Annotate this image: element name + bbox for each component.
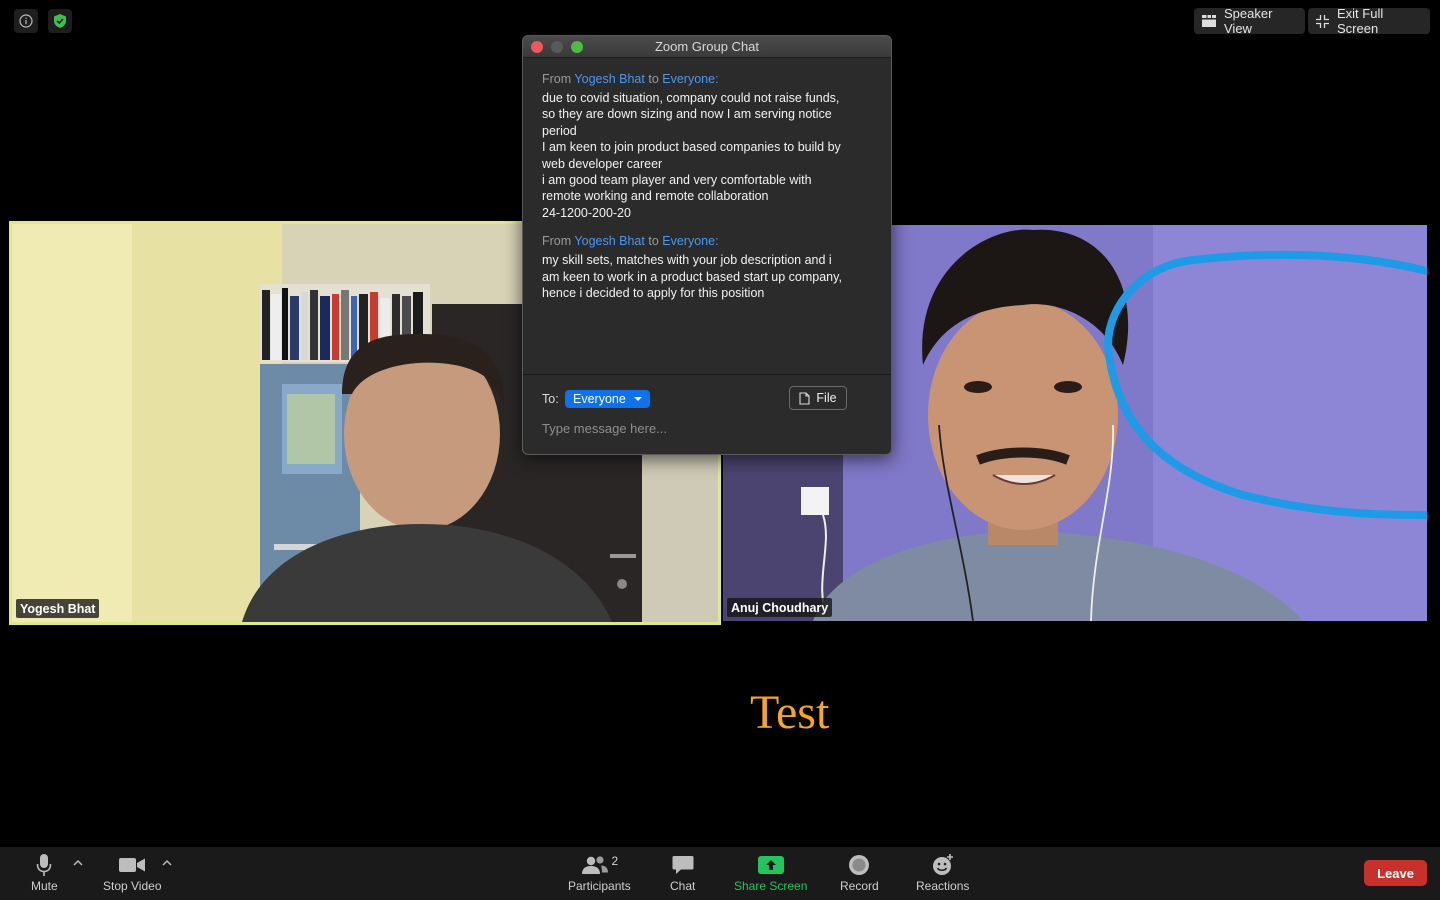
file-button-label: File <box>816 391 837 405</box>
file-icon <box>799 391 810 405</box>
stop-video-button[interactable]: Stop Video <box>103 851 162 893</box>
audio-options-caret-icon[interactable] <box>73 859 83 867</box>
message-line: i am good team player and very comfortab… <box>542 173 812 188</box>
message-line: so they are down sizing and now I am ser… <box>542 107 832 122</box>
chat-message-list[interactable]: From Yogesh Bhat to Everyone: due to cov… <box>542 72 880 314</box>
participants-button[interactable]: 2 Participants <box>568 851 631 893</box>
leave-label: Leave <box>1377 865 1414 881</box>
from-word: From <box>542 234 572 249</box>
to-label: To: <box>542 392 559 406</box>
chat-message: From Yogesh Bhat to Everyone: due to cov… <box>542 72 880 221</box>
to-word: to <box>648 72 659 86</box>
message-sender: Yogesh Bhat <box>574 234 645 249</box>
chat-message-header: From Yogesh Bhat to Everyone: <box>542 72 880 86</box>
emoji-reaction-icon <box>932 854 953 875</box>
chat-bubble-icon <box>672 856 694 874</box>
message-recipient: Everyone: <box>662 234 719 249</box>
message-sender: Yogesh Bhat <box>574 72 645 86</box>
share-screen-button[interactable]: Share Screen <box>734 851 807 893</box>
record-icon <box>849 855 870 875</box>
participants-label: Participants <box>568 879 631 893</box>
video-camera-icon <box>119 858 146 872</box>
video-options-caret-icon[interactable] <box>162 859 172 867</box>
group-chat-window[interactable]: Zoom Group Chat From Yogesh Bhat to Ever… <box>522 35 892 455</box>
message-line: remote working and remote collaboration <box>542 189 769 204</box>
chat-window-title: Zoom Group Chat <box>654 39 760 54</box>
window-minimize-button[interactable] <box>551 41 563 53</box>
message-line: am keen to work in a product based start… <box>542 269 842 284</box>
participant-name-label: Yogesh Bhat <box>16 599 100 618</box>
participant-name-label: Anuj Choudhary <box>727 598 833 617</box>
message-line: web developer career <box>542 156 663 171</box>
message-line: 24-1200-200-20 <box>542 205 631 220</box>
recipient-dropdown[interactable]: Everyone <box>565 390 650 408</box>
chat-message-input[interactable] <box>542 418 872 438</box>
grid-view-icon <box>1202 15 1216 27</box>
participants-count: 2 <box>611 854 619 868</box>
message-line: hence i decided to apply for this positi… <box>542 286 765 301</box>
window-close-button[interactable] <box>531 41 543 53</box>
chat-label: Chat <box>670 879 696 893</box>
file-button[interactable]: File <box>789 386 847 410</box>
participants-icon <box>581 856 608 874</box>
share-screen-label: Share Screen <box>734 879 808 893</box>
chat-button[interactable]: Chat <box>670 851 695 893</box>
exit-fullscreen-button[interactable]: Exit Full Screen <box>1308 6 1430 36</box>
record-label: Record <box>840 879 879 893</box>
window-maximize-button[interactable] <box>571 41 583 53</box>
chevron-down-icon <box>633 397 642 401</box>
exit-fullscreen-label: Exit Full Screen <box>1337 6 1384 36</box>
record-button[interactable]: Record <box>840 851 879 893</box>
mute-label: Mute <box>31 879 58 893</box>
meeting-info-icon[interactable] <box>14 9 38 33</box>
from-word: From <box>542 72 572 86</box>
meeting-toolbar: Mute Stop Video 2 Participants Chat Shar… <box>0 847 1440 900</box>
message-line: period <box>542 123 577 138</box>
reactions-button[interactable]: Reactions <box>916 851 969 893</box>
chat-window-titlebar[interactable]: Zoom Group Chat <box>523 36 891 58</box>
annotation-text: Test <box>750 686 830 739</box>
message-recipient: Everyone: <box>662 72 719 86</box>
to-word: to <box>648 234 659 249</box>
stop-video-label: Stop Video <box>103 879 162 893</box>
message-line: I am keen to join product based companie… <box>542 140 841 155</box>
message-line: my skill sets, matches with your job des… <box>542 253 832 268</box>
encryption-shield-icon[interactable] <box>48 9 72 33</box>
exit-fullscreen-icon <box>1316 14 1329 28</box>
microphone-icon <box>37 854 52 876</box>
chat-message-header: From Yogesh Bhat to Everyone: <box>542 234 880 248</box>
recipient-selected: Everyone <box>573 392 626 406</box>
chat-message: From Yogesh Bhat to Everyone: my skill s… <box>542 234 880 301</box>
reactions-label: Reactions <box>916 879 970 893</box>
share-screen-icon <box>757 856 784 874</box>
chat-divider <box>523 374 891 375</box>
speaker-view-button[interactable]: Speaker View <box>1194 6 1305 36</box>
mute-button[interactable]: Mute <box>31 851 58 893</box>
speaker-view-label: Speaker View <box>1224 6 1273 36</box>
message-line: due to covid situation, company could no… <box>542 91 840 105</box>
leave-meeting-button[interactable]: Leave <box>1364 860 1427 886</box>
